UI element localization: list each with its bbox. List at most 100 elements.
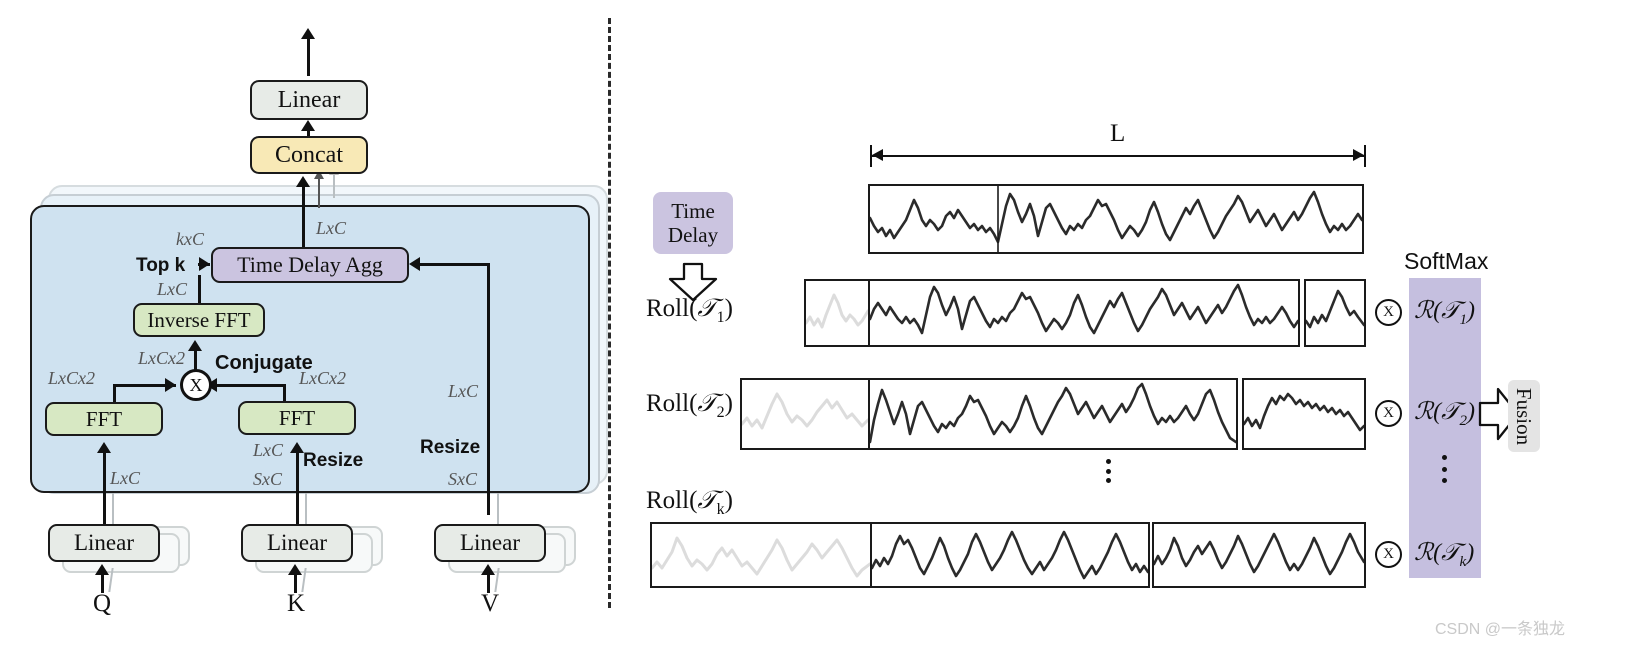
tda-to-concat-line — [302, 186, 305, 248]
time-delay-line2: Delay — [667, 223, 719, 247]
linear-v-block[interactable]: Linear — [434, 524, 546, 562]
q-to-fft-arrow — [97, 442, 111, 453]
q-ghost-line — [112, 490, 114, 526]
tda-to-concat-arrow — [296, 176, 310, 187]
concat-to-linear-arrow — [301, 120, 315, 131]
k-input-arrow — [288, 564, 302, 575]
series-box-tau1-faded — [804, 279, 870, 347]
time-delay-agg-label: Time Delay Agg — [237, 252, 383, 277]
weight-tauk-prefix: ℛ( — [1414, 540, 1442, 566]
output-arrow-head — [301, 28, 315, 39]
time-delay-agg-block[interactable]: Time Delay Agg — [211, 247, 409, 283]
linear-output-block[interactable]: Linear — [250, 80, 368, 120]
concat-label: Concat — [275, 141, 343, 168]
fusion-label: Fusion — [1512, 387, 1537, 445]
fft-left-label: FFT — [85, 406, 123, 431]
series-box-tau1-main — [868, 279, 1300, 347]
roll-tau2-suffix: ) — [724, 390, 733, 417]
fft-left-up-line — [113, 386, 116, 403]
roll-tau2-symbol: 𝒯 — [697, 390, 717, 417]
fft-left-block[interactable]: FFT — [45, 402, 163, 436]
concat-block[interactable]: Concat — [250, 136, 368, 174]
weight-tau1-suffix: ) — [1467, 298, 1476, 324]
multiply-op-tau1: X — [1375, 299, 1402, 326]
weight-tauk-suffix: ) — [1466, 540, 1475, 566]
length-arrow-right — [1353, 149, 1364, 161]
roll-tau1-sub: 1 — [716, 309, 725, 326]
inverse-fft-block[interactable]: Inverse FFT — [133, 303, 265, 337]
input-q-label: Q — [93, 590, 112, 617]
weight-tau2: ℛ(𝒯2) — [1414, 397, 1475, 430]
dim-ifft-in: LxCx2 — [138, 348, 185, 368]
weight-tauk: ℛ(𝒯k) — [1414, 538, 1474, 571]
fusion-block[interactable]: Fusion — [1508, 380, 1540, 452]
weight-tau2-symbol: 𝒯 — [1441, 399, 1460, 425]
weight-tauk-symbol: 𝒯 — [1441, 540, 1460, 566]
k-ghost-line — [305, 490, 307, 526]
weight-tau2-suffix: ) — [1467, 399, 1476, 425]
input-v-label: V — [481, 590, 500, 617]
series-box-tau2-faded — [740, 378, 870, 450]
fft-right-block[interactable]: FFT — [238, 401, 356, 435]
roll-tau1-prefix: Roll( — [646, 295, 698, 322]
series-box-tau1-tail — [1304, 279, 1366, 347]
multiply-op-tauk-label: X — [1383, 546, 1394, 562]
inverse-fft-label: Inverse FFT — [147, 307, 251, 332]
length-line — [872, 155, 1364, 157]
length-label: L — [1110, 120, 1126, 147]
weight-tau2-sub: 2 — [1459, 412, 1468, 429]
topk-arrowhead — [199, 257, 210, 271]
series-box-tauk-faded — [650, 522, 872, 588]
v-feedback-vertical — [487, 265, 490, 515]
roll-tau1-suffix: ) — [724, 295, 733, 322]
series-box-original — [868, 184, 1364, 254]
dim-fft-left-out: LxCx2 — [48, 368, 95, 388]
tda-to-concat-line-ghost1 — [318, 178, 320, 208]
dim-v-in: SxC — [448, 469, 477, 489]
dim-k-in: SxC — [253, 469, 282, 489]
weight-tau2-prefix: ℛ( — [1414, 399, 1442, 425]
linear-k-label: Linear — [266, 530, 327, 555]
series-box-tauk-tail — [1152, 522, 1366, 588]
weight-tau1: ℛ(𝒯1) — [1414, 296, 1475, 329]
softmax-label: SoftMax — [1404, 248, 1489, 274]
dim-ifft-out: LxC — [157, 279, 188, 299]
k-to-fft-arrow — [290, 442, 304, 453]
weight-tau1-prefix: ℛ( — [1414, 298, 1442, 324]
linear-output-label: Linear — [277, 86, 341, 113]
linear-v-label: Linear — [459, 530, 520, 555]
fft-left-to-mul-arrow — [165, 378, 176, 392]
input-k-label: K — [287, 590, 306, 617]
roll-tau1-label: Roll(𝒯1) — [646, 295, 733, 327]
resize-k-label: Resize — [303, 450, 364, 471]
roll-tau2-prefix: Roll( — [646, 390, 698, 417]
multiply-op-tau1-label: X — [1383, 304, 1394, 320]
tda-to-concat-line-ghost2 — [333, 174, 335, 198]
time-delay-line1: Time — [671, 198, 715, 223]
dim-tda-output: LxC — [316, 218, 347, 238]
dim-fft-right-in: LxC — [253, 440, 284, 460]
mul-to-ifft-arrow — [188, 340, 202, 351]
watermark: CSDN @一条独龙 — [1435, 621, 1566, 638]
roll-tau2-sub: 2 — [716, 404, 725, 421]
q-to-fft-line — [103, 452, 106, 524]
figure-canvas: Linear Concat LxC Time Delay Agg Top k k… — [0, 0, 1635, 660]
linear-q-block[interactable]: Linear — [48, 524, 160, 562]
output-arrow-line — [307, 38, 310, 76]
linear-k-block[interactable]: Linear — [241, 524, 353, 562]
multiply-op-tau2: X — [1375, 400, 1402, 427]
dim-kxc: kxC — [176, 229, 204, 249]
length-arrow-left — [872, 149, 883, 161]
v-feedback-horizontal — [420, 263, 490, 266]
v-input-arrow — [481, 564, 495, 575]
roll-tauk-sub: k — [716, 501, 725, 518]
linear-q-label: Linear — [73, 530, 134, 555]
multiply-op-tau2-label: X — [1383, 405, 1394, 421]
roll-tauk-symbol: 𝒯 — [697, 487, 717, 514]
dim-v-out: LxC — [448, 381, 479, 401]
resize-v-label: Resize — [420, 437, 481, 458]
roll-tauk-suffix: ) — [724, 487, 733, 514]
softmax-ellipsis — [1442, 455, 1447, 483]
fft-right-label: FFT — [278, 405, 316, 430]
time-delay-block[interactable]: Time Delay — [653, 192, 733, 254]
